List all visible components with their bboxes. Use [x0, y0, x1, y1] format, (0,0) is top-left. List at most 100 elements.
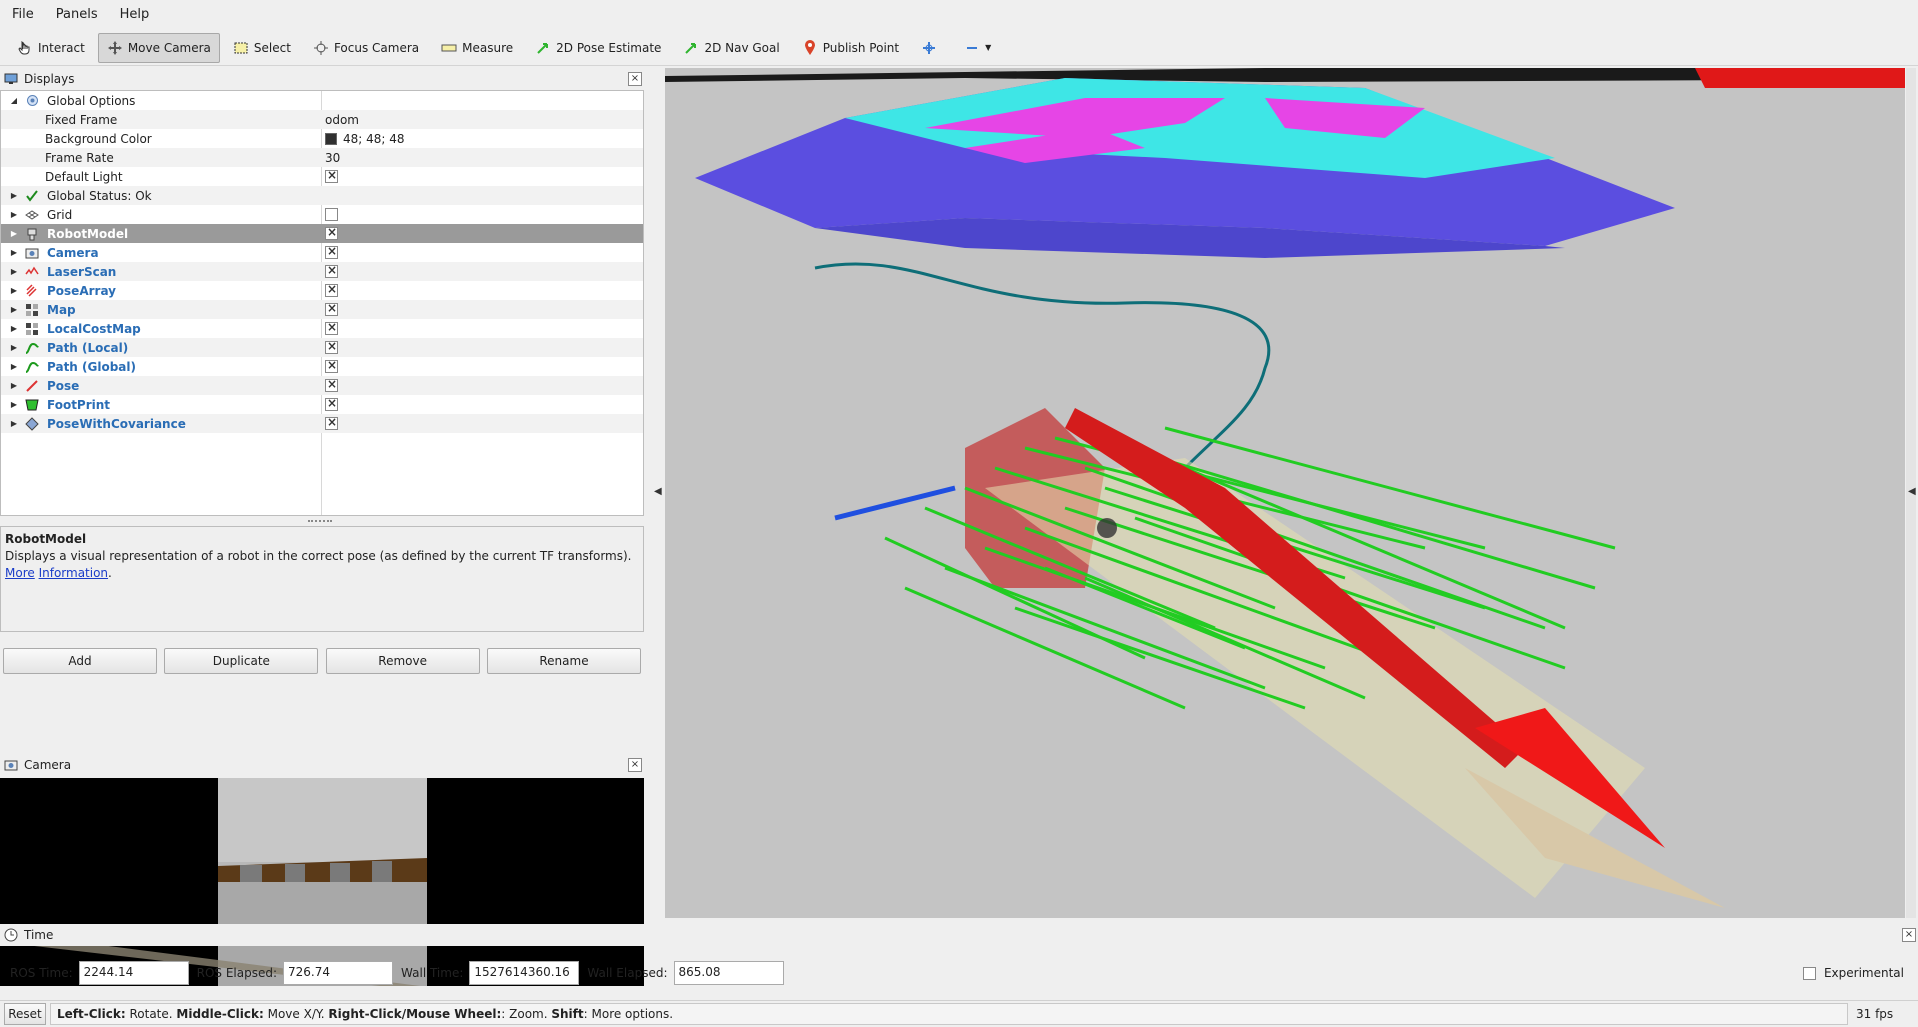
collapsed-arrow-icon[interactable]: ▶ — [9, 419, 19, 428]
experimental-option: Experimental — [1802, 966, 1904, 980]
laserscan-checkbox[interactable] — [325, 263, 338, 278]
add-button[interactable]: Add — [3, 648, 157, 674]
tree-row-laserscan[interactable]: ▶ LaserScan — [1, 262, 643, 281]
posewithcovariance-checkbox[interactable] — [325, 415, 338, 430]
nav-goal-tool-button[interactable]: 2D Nav Goal — [674, 33, 788, 63]
more-information-link[interactable]: More — [5, 566, 35, 580]
tree-row-path-local[interactable]: ▶ Path (Local) — [1, 338, 643, 357]
robotmodel-checkbox-cell — [325, 225, 338, 240]
tree-row-default-light[interactable]: Default Light — [1, 167, 643, 186]
publish-point-tool-button[interactable]: Publish Point — [793, 33, 908, 63]
3d-render-viewport[interactable] — [665, 68, 1905, 918]
tree-row-localcostmap[interactable]: ▶ LocalCostMap — [1, 319, 643, 338]
tree-row-camera[interactable]: ▶ Camera — [1, 243, 643, 262]
focus-camera-tool-button[interactable]: Focus Camera — [304, 33, 428, 63]
close-icon[interactable]: × — [1902, 928, 1916, 942]
collapsed-arrow-icon[interactable]: ▶ — [9, 343, 19, 352]
grid-checkbox[interactable] — [325, 208, 338, 221]
rename-button[interactable]: Rename — [486, 648, 641, 674]
collapsed-arrow-icon[interactable]: ▶ — [9, 381, 19, 390]
tree-row-pose[interactable]: ▶ Pose — [1, 376, 643, 395]
pose-checkbox[interactable] — [325, 377, 338, 392]
collapse-left-panel-arrow-icon[interactable]: ◀ — [654, 486, 662, 497]
collapsed-arrow-icon[interactable]: ▶ — [9, 210, 19, 219]
frame-rate-value[interactable]: 30 — [325, 151, 340, 165]
map-checkbox[interactable] — [325, 301, 338, 316]
collapsed-arrow-icon[interactable]: ▶ — [9, 229, 19, 238]
collapsed-arrow-icon[interactable]: ▶ — [9, 248, 19, 257]
period-text: . — [108, 566, 112, 580]
tree-row-posearray[interactable]: ▶ PoseArray — [1, 281, 643, 300]
tree-row-footprint[interactable]: ▶ FootPrint — [1, 395, 643, 414]
remove-button[interactable]: Remove — [325, 648, 480, 674]
default-light-checkbox[interactable] — [325, 168, 338, 183]
select-tool-button[interactable]: Select — [224, 33, 300, 63]
ros-time-label: ROS Time: — [10, 966, 73, 980]
tree-row-posewithcovariance[interactable]: ▶ PoseWithCovariance — [1, 414, 643, 433]
path-local-checkbox[interactable] — [325, 339, 338, 354]
reset-button[interactable]: Reset — [4, 1003, 46, 1025]
interact-tool-button[interactable]: Interact — [8, 33, 94, 63]
collapsed-arrow-icon[interactable]: ▶ — [9, 305, 19, 314]
duplicate-button[interactable]: Duplicate — [164, 648, 319, 674]
experimental-checkbox[interactable] — [1802, 966, 1816, 980]
menu-help[interactable]: Help — [114, 7, 156, 22]
close-icon[interactable]: × — [628, 758, 642, 772]
add-tool-button[interactable] — [912, 33, 951, 63]
footprint-checkbox-cell — [325, 396, 338, 411]
robotmodel-checkbox[interactable] — [325, 225, 338, 240]
tree-row-map[interactable]: ▶ Map — [1, 300, 643, 319]
select-box-icon — [233, 40, 249, 56]
green-flag-arrow-icon — [683, 40, 699, 56]
display-name-localcostmap: LocalCostMap — [47, 321, 141, 336]
experimental-label: Experimental — [1823, 966, 1904, 980]
wall-elapsed-field[interactable]: 865.08 — [673, 961, 784, 985]
select-label: Select — [253, 40, 291, 55]
collapsed-arrow-icon[interactable]: ▶ — [9, 362, 19, 371]
close-icon[interactable]: × — [628, 72, 642, 86]
wall-time-field[interactable]: 1527614360.16 — [469, 961, 580, 985]
menu-file[interactable]: File — [6, 7, 40, 22]
collapsed-arrow-icon[interactable]: ▶ — [9, 400, 19, 409]
collapsed-arrow-icon[interactable]: ▶ — [9, 191, 19, 200]
footprint-checkbox[interactable] — [325, 396, 338, 411]
description-box: RobotModel Displays a visual representat… — [0, 526, 644, 632]
path-global-checkbox[interactable] — [325, 358, 338, 373]
displays-title: Displays — [24, 72, 75, 86]
localcostmap-checkbox[interactable] — [325, 320, 338, 335]
tree-row-global-status[interactable]: ▶ Global Status: Ok — [1, 186, 643, 205]
collapsed-arrow-icon[interactable]: ▶ — [9, 286, 19, 295]
ros-time-field[interactable]: 2244.14 — [78, 961, 189, 985]
mouse-hint-text: Left-Click: Rotate. Middle-Click: Move X… — [50, 1003, 1848, 1025]
remove-tool-dropdown[interactable]: ▼ — [955, 33, 1000, 63]
fixed-frame-value[interactable]: odom — [325, 113, 359, 127]
global-status-label: Global Status: Ok — [47, 188, 152, 203]
tree-row-grid[interactable]: ▶ Grid — [1, 205, 643, 224]
information-link[interactable]: Information — [39, 566, 108, 580]
global-options-label: Global Options — [47, 93, 136, 108]
measure-label: Measure — [462, 40, 514, 55]
display-name-pose: Pose — [47, 378, 80, 393]
tree-row-fixed-frame[interactable]: Fixed Frame odom — [1, 110, 643, 129]
expanded-arrow-icon[interactable]: ◢ — [9, 96, 19, 105]
panel-splitter[interactable] — [0, 518, 644, 526]
collapse-right-panel-arrow-icon[interactable]: ◀ — [1908, 486, 1916, 497]
measure-tool-button[interactable]: Measure — [432, 33, 522, 63]
tree-row-robotmodel[interactable]: ▶ RobotModel — [1, 224, 643, 243]
displays-tree: ◢ Global Options Fixed Frame odom Backgr… — [0, 90, 644, 516]
pose-estimate-tool-button[interactable]: 2D Pose Estimate — [526, 33, 670, 63]
camera-checkbox[interactable] — [325, 244, 338, 259]
collapsed-arrow-icon[interactable]: ▶ — [9, 324, 19, 333]
menu-panels[interactable]: Panels — [50, 7, 104, 22]
tree-row-path-global[interactable]: ▶ Path (Global) — [1, 357, 643, 376]
background-color-value[interactable]: 48; 48; 48 — [325, 132, 405, 146]
display-name-grid: Grid — [47, 207, 73, 222]
move-camera-tool-button[interactable]: Move Camera — [97, 32, 220, 63]
collapsed-arrow-icon[interactable]: ▶ — [9, 267, 19, 276]
tree-row-global-options[interactable]: ◢ Global Options — [1, 91, 643, 110]
posearray-checkbox[interactable] — [325, 282, 338, 297]
tree-row-frame-rate[interactable]: Frame Rate 30 — [1, 148, 643, 167]
ros-elapsed-field[interactable]: 726.74 — [283, 961, 394, 985]
tree-row-background-color[interactable]: Background Color 48; 48; 48 — [1, 129, 643, 148]
interact-label: Interact — [38, 40, 85, 55]
